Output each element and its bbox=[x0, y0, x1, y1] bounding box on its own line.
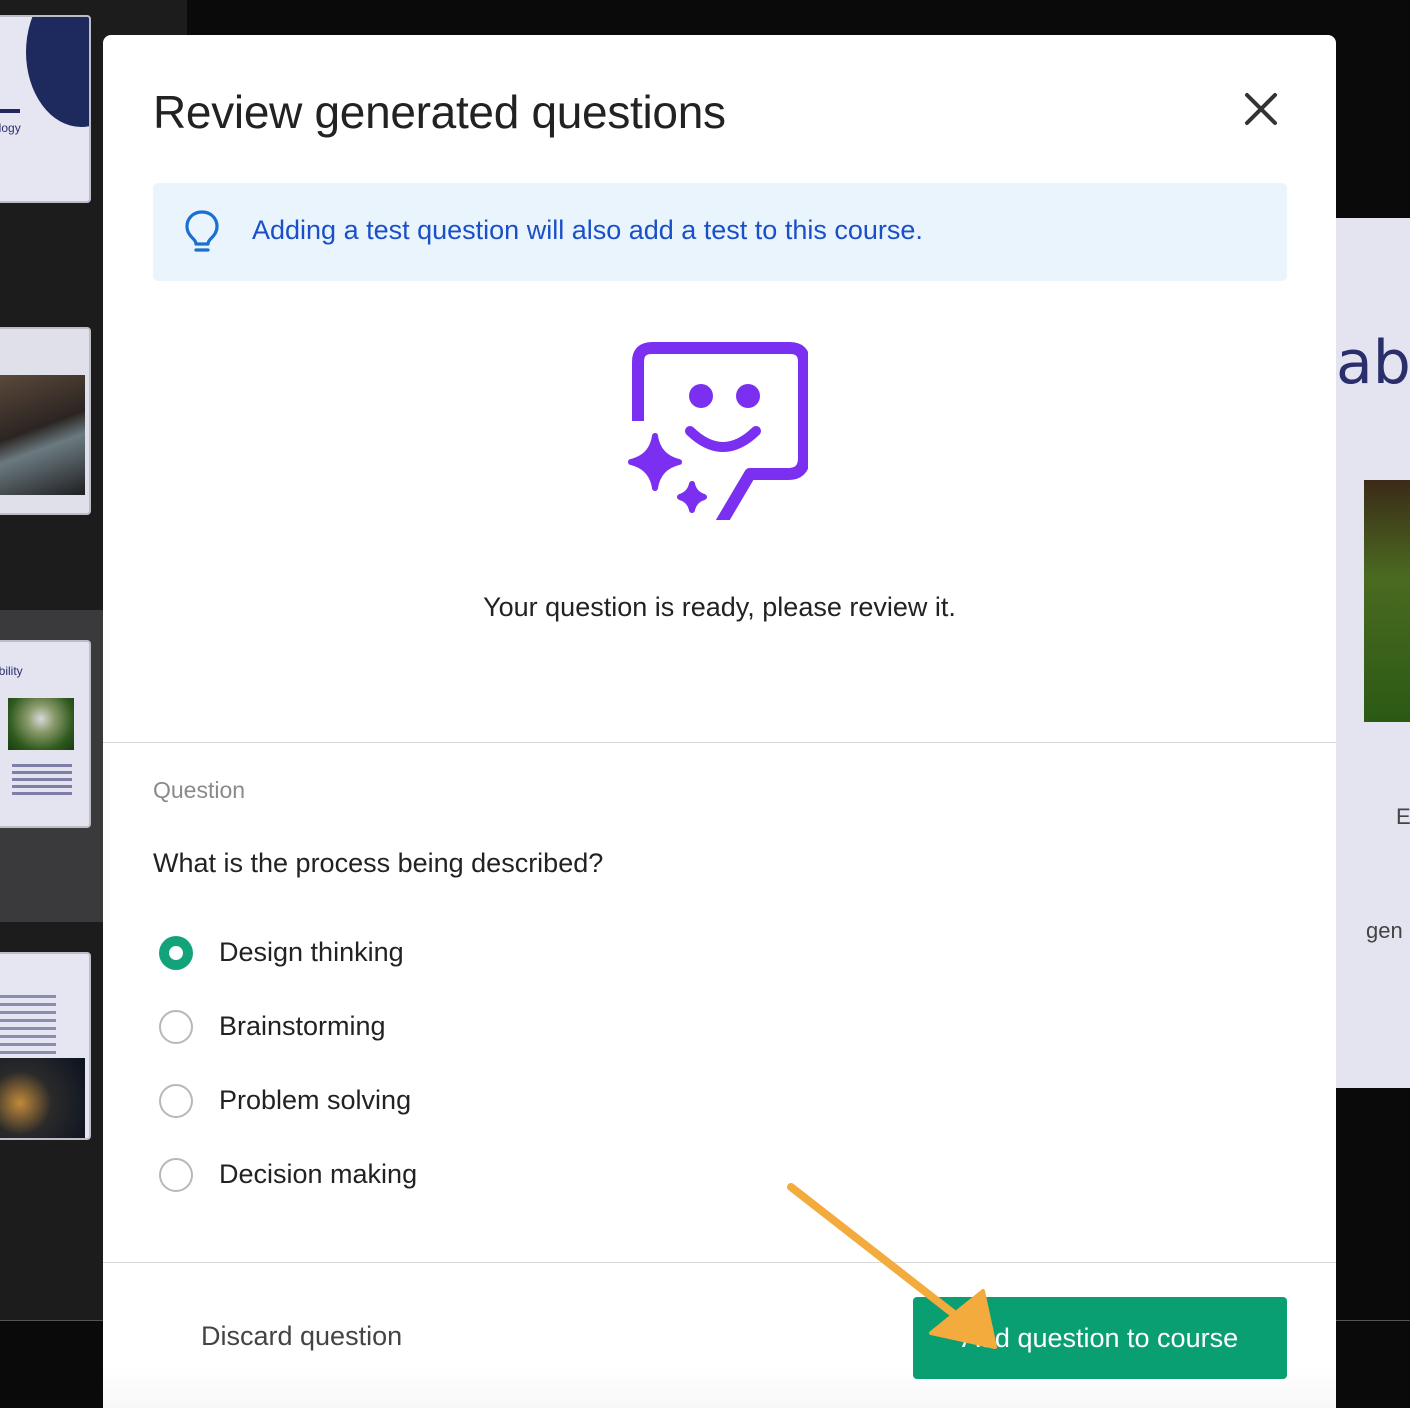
slide-thumbnail-1[interactable]: ology bbox=[0, 15, 91, 203]
discard-question-button[interactable]: Discard question bbox=[201, 1321, 402, 1352]
answer-option-problem-solving[interactable]: Problem solving bbox=[159, 1081, 659, 1121]
modal-title: Review generated questions bbox=[153, 86, 726, 138]
slide-canvas-letter: E bbox=[1396, 804, 1410, 829]
radio-selected[interactable] bbox=[159, 936, 193, 970]
close-button[interactable] bbox=[1243, 91, 1279, 127]
radio-unselected[interactable] bbox=[159, 1084, 193, 1118]
slide-canvas: abil E gen bbox=[1336, 218, 1410, 1088]
slide-thumbnail-3[interactable]: ability bbox=[0, 640, 91, 828]
add-question-to-course-button[interactable]: Add question to course bbox=[913, 1297, 1287, 1379]
review-questions-modal: Review generated questions Adding a test… bbox=[103, 35, 1336, 1408]
slide-canvas-title: abil bbox=[1336, 328, 1410, 398]
section-divider bbox=[103, 742, 1336, 743]
screen: ology ability abil E gen Review generate… bbox=[0, 0, 1410, 1408]
thumbnail-arc-shape bbox=[26, 17, 89, 127]
question-label: Question bbox=[153, 777, 246, 803]
slide-thumbnail-2[interactable] bbox=[0, 327, 91, 515]
answer-option-label: Design thinking bbox=[219, 937, 404, 967]
thumbnail-4-image bbox=[0, 1058, 85, 1138]
answer-option-brainstorming[interactable]: Brainstorming bbox=[159, 1007, 659, 1047]
thumbnail-3-text: ability bbox=[0, 664, 23, 678]
question-text: What is the process being described? bbox=[153, 848, 604, 878]
answer-option-label: Decision making bbox=[219, 1159, 418, 1189]
answer-option-label: Brainstorming bbox=[219, 1011, 386, 1041]
thumbnail-1-text: ology bbox=[0, 121, 21, 135]
thumbnail-3-image bbox=[8, 698, 74, 750]
info-banner: Adding a test question will also add a t… bbox=[153, 183, 1287, 281]
answer-option-decision-making[interactable]: Decision making bbox=[159, 1155, 659, 1195]
thumbnail-3-text-lines bbox=[2, 760, 82, 799]
thumbnail-bar bbox=[0, 109, 20, 113]
radio-unselected[interactable] bbox=[159, 1010, 193, 1044]
thumbnail-4-text-lines bbox=[0, 990, 72, 1059]
modal-footer: Discard question Add question to course bbox=[103, 1263, 1336, 1408]
slide-canvas-word: gen bbox=[1366, 918, 1403, 943]
info-banner-text: Adding a test question will also add a t… bbox=[252, 215, 923, 245]
close-icon bbox=[1245, 93, 1277, 125]
status-text: Your question is ready, please review it… bbox=[483, 592, 956, 622]
slide-canvas-image bbox=[1364, 480, 1410, 722]
slide-thumbnail-4[interactable] bbox=[0, 952, 91, 1140]
answer-option-design-thinking[interactable]: Design thinking bbox=[159, 933, 659, 973]
radio-unselected[interactable] bbox=[159, 1158, 193, 1192]
smiling-chat-sparkles-icon bbox=[628, 342, 808, 520]
answer-option-label: Problem solving bbox=[219, 1085, 412, 1115]
lightbulb-icon bbox=[185, 210, 219, 252]
thumbnail-2-image bbox=[0, 375, 85, 495]
